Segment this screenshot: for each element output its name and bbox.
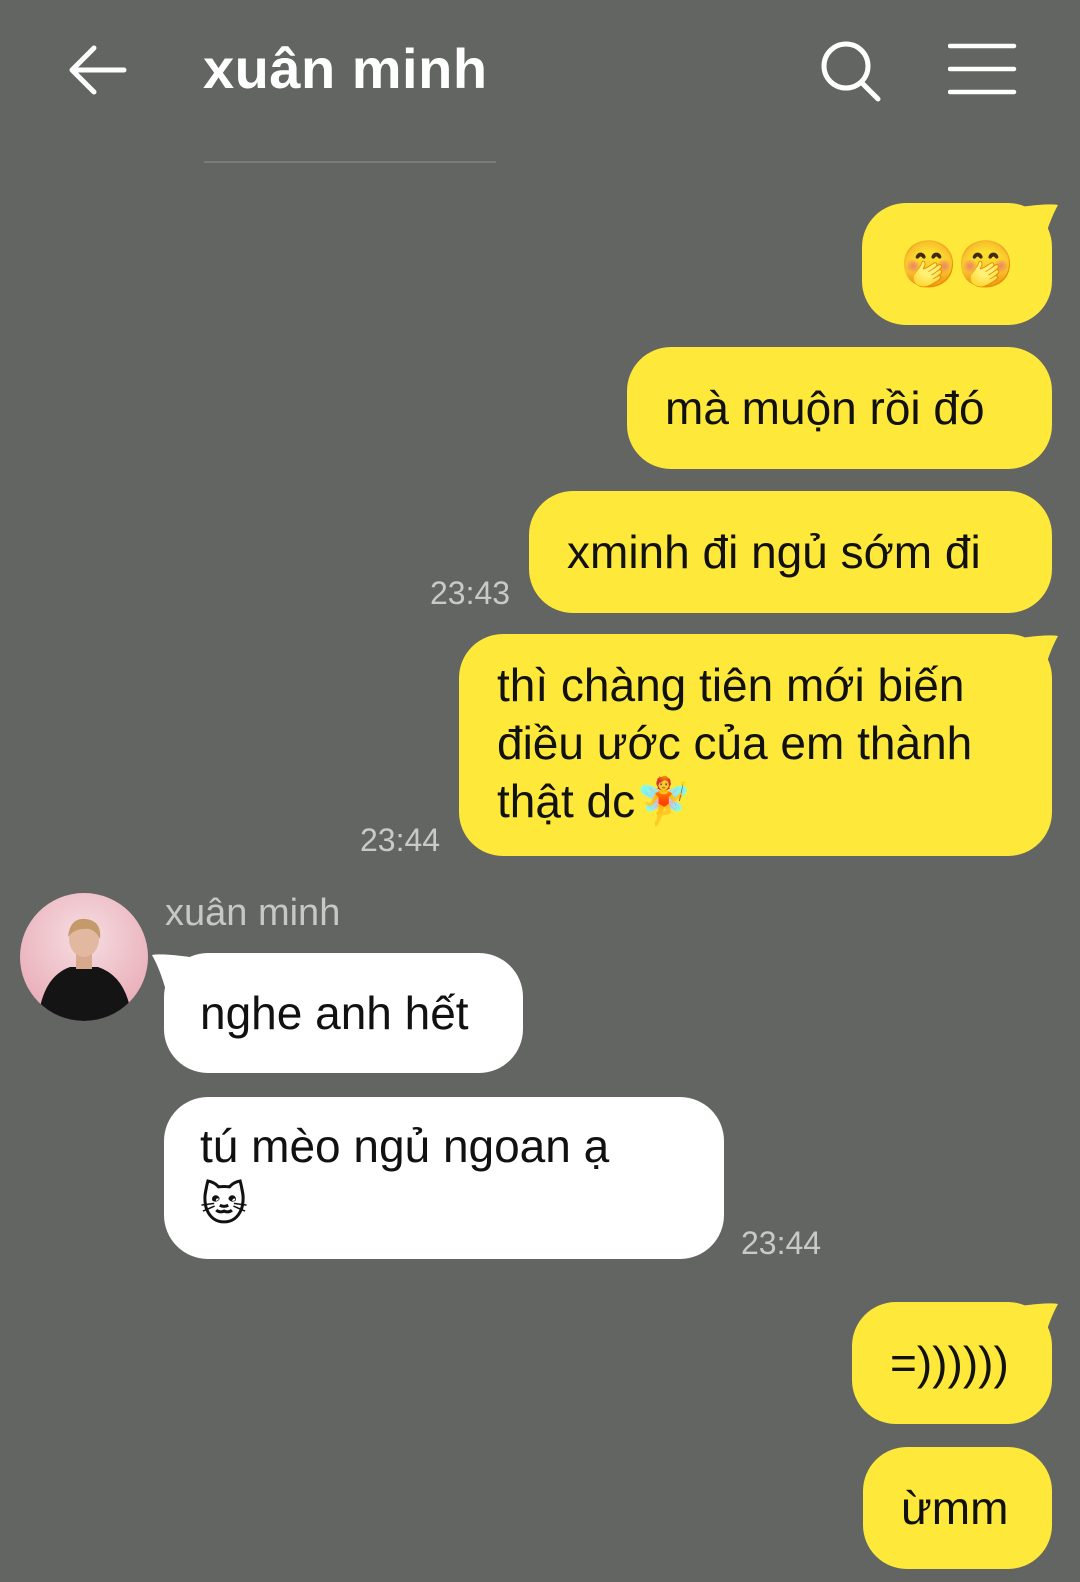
message-line: điều ước của em thành — [497, 717, 973, 769]
title-underline — [204, 161, 496, 163]
message-line: tú mèo ngủ ngoan ạ — [200, 1120, 610, 1172]
incoming-message-bubble[interactable]: nghe anh hết — [164, 953, 523, 1073]
bubble-tail — [1020, 1303, 1058, 1348]
message-text: xminh đi ngủ sớm đi — [567, 526, 981, 578]
avatar-photo — [20, 893, 148, 1021]
bubble-tail — [152, 954, 190, 999]
message-text: mà muộn rồi đó — [665, 382, 985, 434]
message-line: 🐱 — [200, 1178, 248, 1230]
message-text: ừmm — [901, 1482, 1009, 1534]
arrow-left-icon — [69, 45, 127, 95]
message-line: thì chàng tiên mới biến — [497, 659, 965, 711]
outgoing-message-bubble[interactable]: mà muộn rồi đó — [627, 347, 1052, 469]
message-timestamp: 23:43 — [430, 575, 511, 611]
outgoing-message-bubble[interactable]: xminh đi ngủ sớm đi — [529, 491, 1052, 613]
message-text: =)))))) — [890, 1337, 1009, 1389]
message-text: nghe anh hết — [200, 987, 469, 1039]
bubble-tail — [1020, 204, 1058, 249]
search-icon — [821, 41, 881, 102]
search-button[interactable] — [818, 36, 888, 106]
message-timestamp: 23:44 — [741, 1225, 822, 1261]
bubble-tail — [1020, 635, 1058, 680]
message-line: thật dc🧚 — [497, 775, 693, 827]
incoming-message-bubble[interactable]: tú mèo ngủ ngoan ạ 🐱 — [164, 1097, 724, 1259]
message-text: 🤭🤭 — [900, 238, 1015, 290]
outgoing-message-bubble[interactable]: ừmm — [863, 1447, 1052, 1569]
chat-header: xuân minh — [0, 0, 1080, 170]
chat-title[interactable]: xuân minh — [203, 36, 488, 101]
menu-button[interactable] — [947, 40, 1018, 100]
back-button[interactable] — [64, 36, 134, 106]
avatar[interactable] — [20, 893, 148, 1021]
message-timestamp: 23:44 — [360, 822, 441, 858]
hamburger-menu-icon — [947, 43, 1017, 95]
outgoing-message-bubble[interactable]: thì chàng tiên mới biến điều ước của em … — [459, 634, 1052, 856]
sender-name: xuân minh — [165, 892, 341, 934]
